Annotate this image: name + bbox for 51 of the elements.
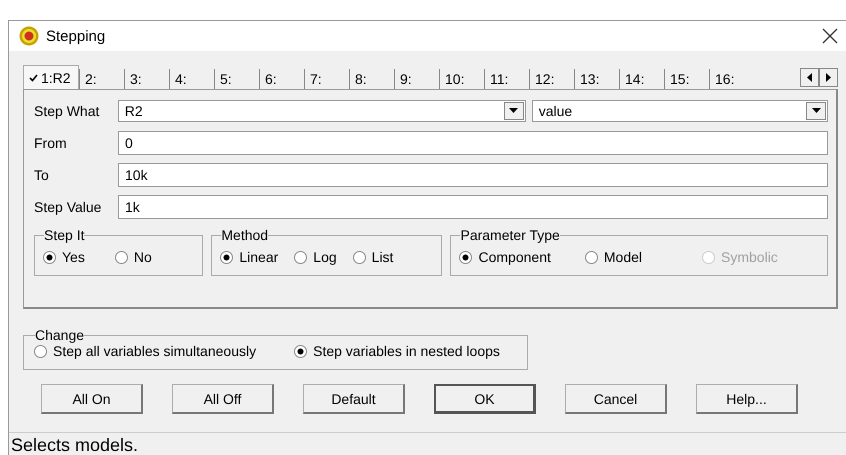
radio-button[interactable] bbox=[220, 250, 234, 264]
scroll-right-button[interactable] bbox=[819, 68, 838, 87]
dialog-button[interactable]: Help... bbox=[696, 384, 798, 414]
field-label: From bbox=[34, 134, 68, 150]
caret-icon bbox=[812, 108, 820, 113]
field-label: Step Value bbox=[34, 198, 102, 214]
dropdown-button[interactable] bbox=[504, 102, 524, 120]
dropdown[interactable]: value bbox=[532, 100, 828, 122]
tab[interactable]: 1:R2 bbox=[23, 65, 79, 89]
radio-button[interactable] bbox=[34, 344, 47, 358]
dialog-button[interactable]: OK bbox=[434, 384, 536, 414]
radio-button[interactable] bbox=[459, 250, 472, 264]
window-title: Stepping bbox=[46, 28, 106, 44]
radio-option[interactable]: Component bbox=[459, 249, 551, 265]
radio-option[interactable]: Log bbox=[294, 249, 337, 265]
dialog-button[interactable]: All Off bbox=[172, 384, 274, 414]
group-title: Step It bbox=[44, 227, 84, 243]
caret-icon bbox=[509, 108, 518, 113]
right-arrow-icon bbox=[826, 73, 831, 82]
left-arrow-icon bbox=[807, 73, 812, 82]
scroll-left-button[interactable] bbox=[800, 68, 819, 87]
radio-option[interactable]: Yes bbox=[43, 249, 85, 265]
field-label: To bbox=[34, 166, 50, 182]
radio-button[interactable] bbox=[294, 250, 308, 264]
dialog-button[interactable]: All On bbox=[41, 384, 143, 414]
close-icon[interactable] bbox=[822, 28, 838, 44]
check-icon bbox=[29, 73, 38, 82]
radio-button[interactable] bbox=[294, 344, 308, 358]
radio-option[interactable]: Step all variables simultaneously bbox=[34, 343, 256, 359]
input-field[interactable]: 0 bbox=[118, 130, 828, 154]
input-field[interactable]: 1k bbox=[118, 194, 828, 218]
group-title: Change bbox=[35, 327, 84, 343]
radio-button[interactable] bbox=[43, 250, 56, 264]
radio-option[interactable]: Step variables in nested loops bbox=[294, 343, 500, 359]
dropdown-button[interactable] bbox=[806, 102, 826, 120]
radio-button[interactable] bbox=[114, 250, 128, 264]
status-bar: Selects models. bbox=[9, 432, 846, 455]
input-field[interactable]: 10k bbox=[118, 162, 828, 186]
group-title: Method bbox=[221, 227, 268, 243]
field-label: Step What bbox=[34, 102, 100, 118]
radio-button[interactable] bbox=[584, 250, 598, 264]
group-title: Parameter Type bbox=[460, 227, 560, 243]
radio-option[interactable]: Linear bbox=[220, 249, 278, 265]
radio-option[interactable]: Model bbox=[584, 249, 642, 265]
radio-option[interactable]: No bbox=[114, 249, 152, 265]
dropdown[interactable]: R2 bbox=[118, 100, 526, 122]
dialog-button[interactable]: Cancel bbox=[565, 384, 667, 414]
app-logo-icon bbox=[19, 26, 39, 46]
radio-option[interactable]: List bbox=[352, 249, 394, 265]
dialog-button[interactable]: Default bbox=[303, 384, 405, 414]
radio-button[interactable] bbox=[352, 250, 366, 264]
